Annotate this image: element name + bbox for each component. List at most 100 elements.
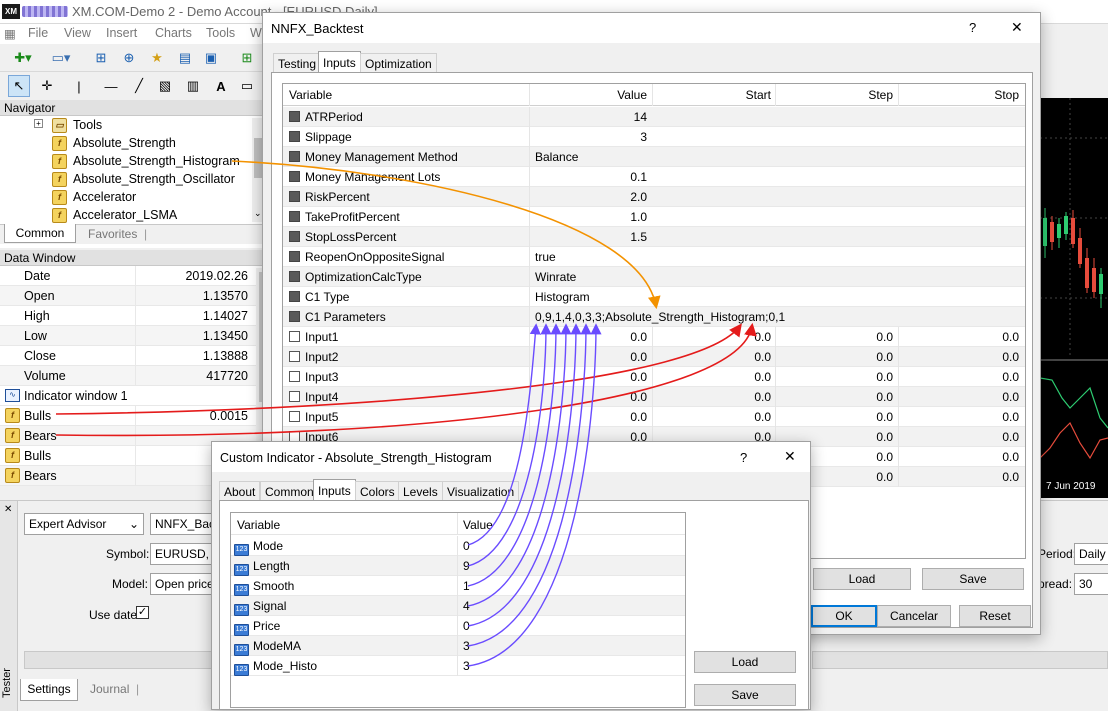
tab-settings[interactable]: Settings xyxy=(20,679,78,701)
label-icon[interactable]: ▭ xyxy=(236,75,258,97)
save-button[interactable]: Save xyxy=(694,684,796,706)
col-variable[interactable]: Variable xyxy=(289,88,332,102)
input-value[interactable]: 0 xyxy=(463,539,470,553)
param-value[interactable]: 0.0 xyxy=(630,350,647,364)
tab-common[interactable]: Common xyxy=(260,481,319,501)
data-window-icon[interactable]: ⊕ xyxy=(118,47,140,69)
param-checkbox[interactable] xyxy=(289,351,300,362)
param-step[interactable]: 0.0 xyxy=(876,330,893,344)
expert-type-select[interactable]: Expert Advisor ⌄ xyxy=(24,513,144,535)
param-step[interactable]: 0.0 xyxy=(876,430,893,444)
param-row[interactable]: Input1 0.0 0.0 0.0 0.0 xyxy=(283,327,1025,347)
param-checkbox[interactable] xyxy=(289,131,300,142)
param-stop[interactable]: 0.0 xyxy=(1002,450,1019,464)
load-button[interactable]: Load xyxy=(813,568,911,590)
navigator-icon[interactable]: ★ xyxy=(146,47,168,69)
param-value[interactable]: 0,9,1,4,0,3,3;Absolute_Strength_Histogra… xyxy=(535,310,785,324)
new-order-icon[interactable]: ⊞ xyxy=(236,47,258,69)
trendline-icon[interactable]: ╱ xyxy=(128,75,150,97)
period-select[interactable]: Daily xyxy=(1074,543,1108,565)
param-value[interactable]: 0.1 xyxy=(630,170,647,184)
param-checkbox[interactable] xyxy=(289,191,300,202)
param-row[interactable]: Input2 0.0 0.0 0.0 0.0 xyxy=(283,347,1025,367)
close-icon[interactable]: ✕ xyxy=(4,504,12,515)
param-row[interactable]: OptimizationCalcType Winrate xyxy=(283,267,1025,287)
param-value[interactable]: true xyxy=(535,250,556,264)
param-step[interactable]: 0.0 xyxy=(876,350,893,364)
vertical-line-icon[interactable]: | xyxy=(72,75,86,97)
cursor-icon[interactable]: ↖ xyxy=(8,75,30,97)
param-row[interactable]: Input4 0.0 0.0 0.0 0.0 xyxy=(283,387,1025,407)
menu-icon[interactable]: ▦ xyxy=(4,26,16,41)
crosshair-icon[interactable]: ✛ xyxy=(36,75,58,97)
fibonacci-icon[interactable]: ▥ xyxy=(182,75,204,97)
param-checkbox[interactable] xyxy=(289,291,300,302)
param-start[interactable]: 0.0 xyxy=(754,410,771,424)
nav-item-absolute-strength-histogram[interactable]: f Absolute_Strength_Histogram xyxy=(52,152,240,170)
close-icon[interactable]: ✕ xyxy=(1011,19,1023,36)
param-stop[interactable]: 0.0 xyxy=(1002,390,1019,404)
tab-visualization[interactable]: Visualization xyxy=(442,481,520,501)
terminal-icon[interactable]: ▤ xyxy=(174,47,196,69)
menu-insert[interactable]: Insert xyxy=(106,26,137,40)
col-value[interactable]: Value xyxy=(617,88,647,102)
text-icon[interactable]: A xyxy=(210,75,232,97)
ok-button[interactable]: OK xyxy=(811,605,877,627)
chevron-down-icon[interactable]: ⌄ xyxy=(254,208,262,219)
param-checkbox[interactable] xyxy=(289,271,300,282)
param-stop[interactable]: 0.0 xyxy=(1002,330,1019,344)
param-value[interactable]: 0.0 xyxy=(630,370,647,384)
input-value[interactable]: 3 xyxy=(463,659,470,673)
profiles-icon[interactable]: ▭▾ xyxy=(44,47,78,69)
param-step[interactable]: 0.0 xyxy=(876,470,893,484)
param-checkbox[interactable] xyxy=(289,231,300,242)
horizontal-line-icon[interactable]: — xyxy=(100,75,122,97)
param-value[interactable]: Balance xyxy=(535,150,578,164)
param-checkbox[interactable] xyxy=(289,311,300,322)
tab-inputs[interactable]: Inputs xyxy=(313,479,356,501)
load-button[interactable]: Load xyxy=(694,651,796,673)
indicator-input-row[interactable]: 123 Mode 0 xyxy=(231,536,685,556)
menu-charts[interactable]: Charts xyxy=(155,26,192,40)
market-watch-icon[interactable]: ⊞ xyxy=(90,47,112,69)
param-stop[interactable]: 0.0 xyxy=(1002,410,1019,424)
input-value[interactable]: 3 xyxy=(463,639,470,653)
param-step[interactable]: 0.0 xyxy=(876,370,893,384)
indicator-input-row[interactable]: 123 Length 9 xyxy=(231,556,685,576)
menu-file[interactable]: File xyxy=(28,26,48,40)
tab-colors[interactable]: Colors xyxy=(355,481,400,501)
param-checkbox[interactable] xyxy=(289,151,300,162)
param-value[interactable]: 0.0 xyxy=(630,390,647,404)
param-row[interactable]: Money Management Lots 0.1 xyxy=(283,167,1025,187)
param-value[interactable]: 3 xyxy=(640,130,647,144)
param-value[interactable]: Histogram xyxy=(535,290,590,304)
col-step[interactable]: Step xyxy=(868,88,893,102)
col-stop[interactable]: Stop xyxy=(994,88,1019,102)
nav-item-accelerator[interactable]: f Accelerator xyxy=(52,188,136,206)
tab-common[interactable]: Common xyxy=(4,224,76,243)
param-stop[interactable]: 0.0 xyxy=(1002,430,1019,444)
param-step[interactable]: 0.0 xyxy=(876,410,893,424)
param-row[interactable]: Input5 0.0 0.0 0.0 0.0 xyxy=(283,407,1025,427)
param-stop[interactable]: 0.0 xyxy=(1002,350,1019,364)
param-checkbox[interactable] xyxy=(289,411,300,422)
indicator-input-row[interactable]: 123 ModeMA 3 xyxy=(231,636,685,656)
spread-field[interactable]: 30 xyxy=(1074,573,1108,595)
tab-journal[interactable]: Journal xyxy=(90,682,129,696)
help-icon[interactable]: ? xyxy=(969,20,976,35)
param-value[interactable]: 1.0 xyxy=(630,210,647,224)
param-row[interactable]: RiskPercent 2.0 xyxy=(283,187,1025,207)
indicator-input-row[interactable]: 123 Smooth 1 xyxy=(231,576,685,596)
param-checkbox[interactable] xyxy=(289,371,300,382)
param-value[interactable]: 0.0 xyxy=(630,410,647,424)
nav-item-accelerator-lsma[interactable]: f Accelerator_LSMA xyxy=(52,206,177,224)
indicator-input-row[interactable]: 123 Price 0 xyxy=(231,616,685,636)
param-stop[interactable]: 0.0 xyxy=(1002,370,1019,384)
param-row[interactable]: ATRPeriod 14 xyxy=(283,107,1025,127)
param-start[interactable]: 0.0 xyxy=(754,350,771,364)
param-step[interactable]: 0.0 xyxy=(876,450,893,464)
indicator-input-row[interactable]: 123 Mode_Histo 3 xyxy=(231,656,685,676)
expand-icon[interactable]: + xyxy=(34,119,43,128)
reset-button[interactable]: Reset xyxy=(959,605,1031,627)
param-row[interactable]: Slippage 3 xyxy=(283,127,1025,147)
